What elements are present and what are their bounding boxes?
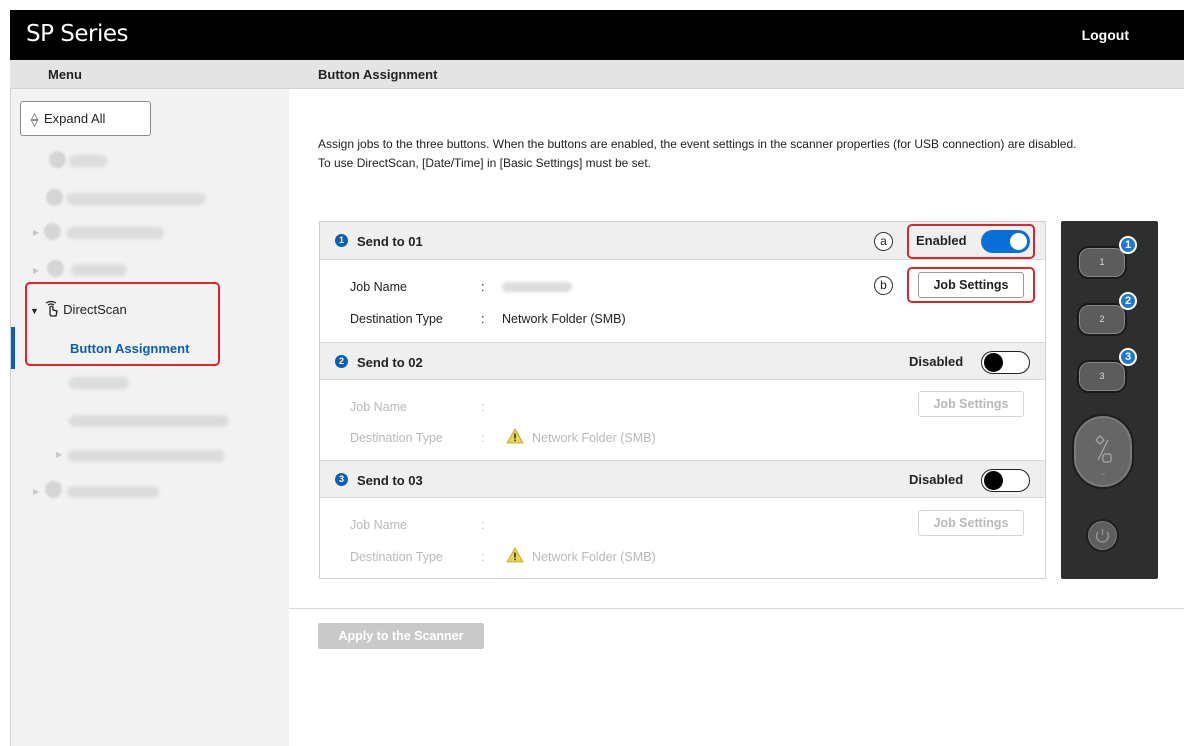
scan-stop-icon (1095, 435, 1112, 475)
callout-marker-b: b (874, 276, 893, 295)
destination-type-value: Network Folder (SMB) (532, 550, 656, 564)
sidebar-item-directscan[interactable]: ▼ DirectScan (30, 300, 127, 317)
home-icon (49, 151, 66, 168)
apply-to-scanner-button[interactable]: Apply to the Scanner (318, 623, 484, 649)
enable-toggle-2[interactable] (981, 351, 1030, 374)
state-label: Disabled (909, 354, 964, 369)
scanner-badge-1: 1 (1119, 236, 1137, 254)
sidebar-item-directscan-label: DirectScan (63, 302, 127, 317)
job-name-value-obscured (502, 282, 572, 292)
job-name-label: Job Name (350, 518, 407, 532)
directscan-icon (45, 300, 58, 317)
intro-line-1: Assign jobs to the three buttons. When t… (318, 137, 1077, 151)
section-title: Send to 01 (357, 234, 423, 249)
number-badge-3: 3 (335, 473, 348, 486)
intro-text: Assign jobs to the three buttons. When t… (318, 135, 1178, 173)
header-row: Menu Button Assignment (10, 60, 1184, 89)
destination-type-value: Network Folder (SMB) (532, 431, 656, 445)
collapsed-arrow-icon: ▶ (33, 487, 40, 496)
separator: : (481, 550, 485, 564)
scan-stop-button[interactable] (1072, 414, 1134, 489)
scanner-badge-2: 2 (1119, 292, 1137, 310)
enable-highlight-box (907, 224, 1035, 259)
active-item-indicator (11, 327, 15, 369)
button-assignment-panel: 1 Send to 01 a Enabled Job Name : Destin… (319, 221, 1046, 579)
state-label: Disabled (909, 472, 964, 487)
destination-type-label: Destination Type (350, 431, 443, 445)
separator: : (481, 280, 485, 294)
expand-all-label: Expand All (44, 111, 106, 126)
sidebar: △ ▽ Expand All ▶ ▶ ▼ DirectScan Button Ass… (10, 89, 289, 746)
destination-type-label: Destination Type (350, 550, 443, 564)
logout-link[interactable]: Logout (1082, 27, 1129, 43)
scanner-operation-panel: 1 1 2 2 3 3 (1061, 221, 1158, 579)
collapsed-arrow-icon: ▶ (33, 266, 40, 275)
info-icon (46, 189, 63, 206)
number-badge-1: 1 (335, 234, 348, 247)
app-title: SP Series (26, 21, 129, 47)
top-bar: SP Series Logout (10, 10, 1184, 60)
intro-line-2: To use DirectScan, [Date/Time] in [Basic… (318, 156, 652, 170)
warning-icon (506, 547, 524, 563)
scanner-badge-3: 3 (1119, 348, 1137, 366)
enable-toggle-3[interactable] (981, 469, 1030, 492)
job-name-label: Job Name (350, 400, 407, 414)
network-icon (47, 260, 64, 277)
job-settings-button-3[interactable]: Job Settings (918, 510, 1024, 536)
collapsed-arrow-icon: ▶ (33, 228, 40, 237)
section-send-to-02-header: 2 Send to 02 Disabled (320, 342, 1045, 380)
expand-collapse-icon: △ ▽ (31, 110, 38, 128)
divider (289, 608, 1184, 609)
gear-icon (44, 223, 61, 240)
sidebar-item-button-assignment[interactable]: Button Assignment (70, 341, 189, 356)
scanner-button-2[interactable]: 2 (1077, 303, 1127, 336)
separator: : (481, 431, 485, 445)
section-send-to-03-header: 3 Send to 03 Disabled (320, 460, 1045, 498)
destination-type-value: Network Folder (SMB) (502, 312, 626, 326)
warning-icon (506, 428, 524, 444)
scanner-button-1[interactable]: 1 (1077, 246, 1127, 279)
job-name-label: Job Name (350, 280, 407, 294)
scanner-button-3[interactable]: 3 (1077, 360, 1127, 393)
separator: : (481, 518, 485, 532)
menu-heading: Menu (48, 67, 82, 82)
callout-marker-a: a (874, 232, 893, 251)
separator: : (481, 312, 485, 326)
page-title: Button Assignment (318, 67, 438, 82)
separator: : (481, 400, 485, 414)
job-settings-button-2[interactable]: Job Settings (918, 391, 1024, 417)
job-settings-highlight-box (907, 267, 1035, 303)
power-icon (1095, 529, 1110, 543)
wrench-icon (45, 481, 62, 498)
scanner-power-button[interactable] (1086, 519, 1119, 552)
destination-type-label: Destination Type (350, 312, 443, 326)
section-title: Send to 03 (357, 473, 423, 488)
section-title: Send to 02 (357, 355, 423, 370)
number-badge-2: 2 (335, 355, 348, 368)
expand-all-button[interactable]: △ ▽ Expand All (20, 101, 151, 136)
collapsed-arrow-icon: ▶ (56, 450, 63, 459)
expanded-arrow-icon: ▼ (30, 306, 39, 316)
